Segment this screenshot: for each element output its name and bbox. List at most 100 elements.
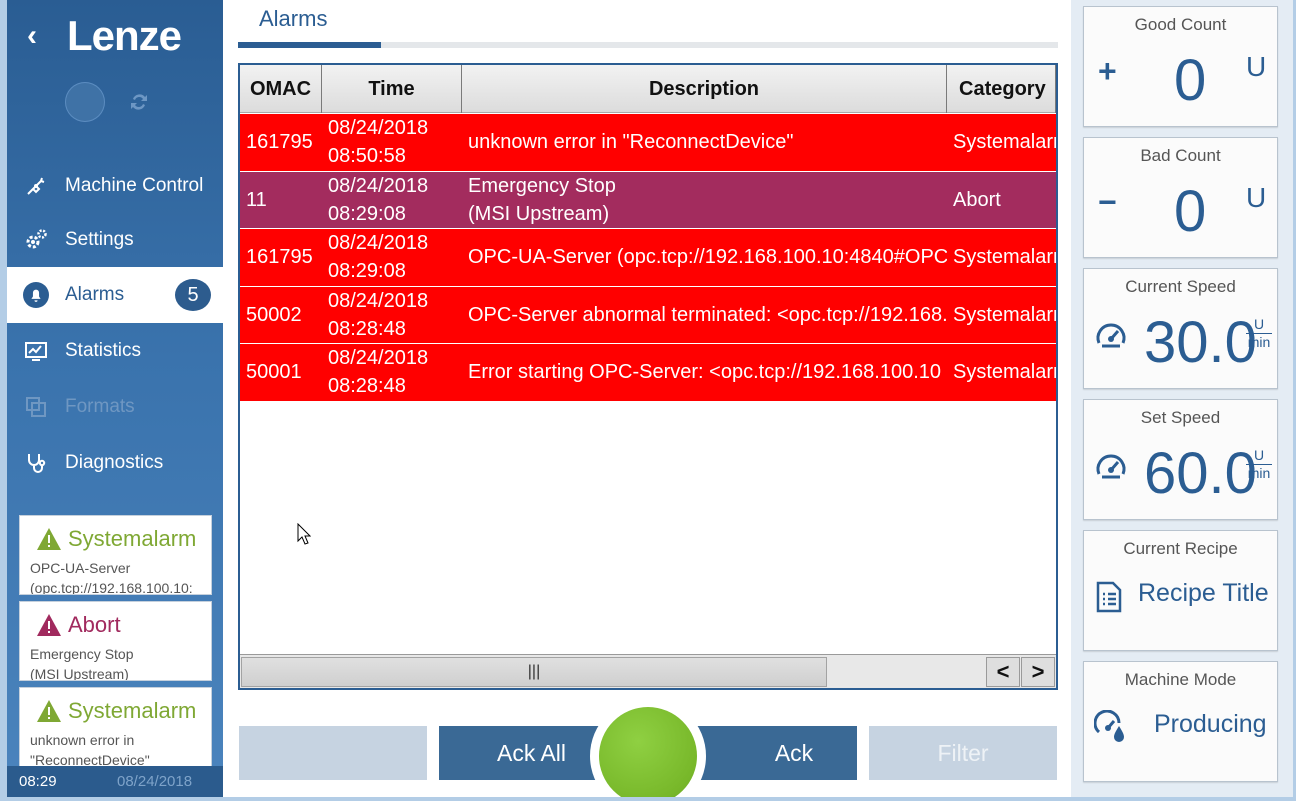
brand-logo: Lenze <box>67 12 182 59</box>
sidebar-footer: 08:29 08/24/2018 <box>7 766 223 797</box>
table-header: OMAC Time Description Category <box>240 65 1056 113</box>
cell-description: OPC-Server abnormal terminated: <opc.tcp… <box>468 303 947 326</box>
column-header-description[interactable]: Description <box>462 65 947 113</box>
column-header-time[interactable]: Time <box>322 65 462 113</box>
alarm-card-title-text: Abort <box>68 612 121 637</box>
warning-icon <box>37 528 61 550</box>
unit-numerator: U <box>1246 316 1272 334</box>
alarm-card-title-text: Systemalarm <box>68 526 197 551</box>
window-bottom-edge <box>0 797 1296 801</box>
cell-category: Systemalarm <box>953 131 1056 154</box>
gears-icon <box>23 227 49 253</box>
sidebar-item-label: Formats <box>65 396 135 417</box>
cell-omac: 161795 <box>246 131 313 154</box>
status-indicator[interactable] <box>590 698 706 801</box>
horizontal-scrollbar[interactable]: ||| < > <box>240 654 1056 688</box>
tile-title: Bad Count <box>1140 146 1221 165</box>
sidebar-item-settings[interactable]: Settings <box>7 212 223 268</box>
alarms-table: OMAC Time Description Category 161795 08… <box>238 63 1058 690</box>
cell-category: Systemalarm <box>953 246 1056 269</box>
sidebar-item-formats[interactable]: Formats <box>7 379 223 435</box>
cell-omac: 11 <box>246 188 267 211</box>
alarm-card-text: Emergency Stop (MSI Upstream) <box>30 646 134 681</box>
alarm-card-title: Systemalarm <box>36 698 196 724</box>
clock-time: 08:29 <box>19 773 57 790</box>
unit-label: U <box>1246 51 1267 82</box>
tile-title: Good Count <box>1134 15 1227 34</box>
speed-unit: U min <box>1246 447 1272 482</box>
scroll-left-chevron-icon[interactable]: < <box>986 657 1020 687</box>
table-row[interactable]: 11 08/24/2018 08:29:08 Emergency Stop (M… <box>240 171 1056 229</box>
alarm-card-title: Abort <box>36 612 121 638</box>
unit-numerator: U <box>1246 447 1272 465</box>
sidebar-item-statistics[interactable]: Statistics <box>7 323 223 379</box>
tile-title: Current Speed <box>1125 277 1236 296</box>
document-icon <box>1096 581 1122 618</box>
column-header-omac[interactable]: OMAC <box>240 65 322 113</box>
table-row[interactable]: 50001 08/24/2018 08:28:48 Error starting… <box>240 344 1056 402</box>
table-row[interactable]: 161795 08/24/2018 08:29:08 OPC-UA-Server… <box>240 229 1056 287</box>
filter-button[interactable]: Filter <box>869 726 1057 780</box>
table-row[interactable]: 161795 08/24/2018 08:50:58 unknown error… <box>240 114 1056 172</box>
window-left-edge <box>0 0 7 801</box>
sidebar-item-label: Settings <box>65 229 134 250</box>
connection-toggle[interactable] <box>65 82 105 122</box>
sidebar-item-label: Statistics <box>65 340 142 361</box>
bad-count-value: 0 <box>1174 179 1207 244</box>
plus-icon[interactable]: + <box>1098 53 1117 90</box>
clock-date: 08/24/2018 <box>117 773 193 790</box>
alarm-card-systemalarm[interactable]: Systemalarm unknown error in "ReconnectD… <box>19 687 212 767</box>
cell-omac: 161795 <box>246 246 313 269</box>
set-speed-value[interactable]: 60.0 <box>1144 442 1257 506</box>
alarm-card-abort[interactable]: Abort Emergency Stop (MSI Upstream) <box>19 601 212 681</box>
cell-omac: 50001 <box>246 361 302 384</box>
alarm-card-title-text: Systemalarm <box>68 698 197 723</box>
formats-icon <box>23 394 49 420</box>
tab-underline <box>238 42 1058 48</box>
tab-active-indicator <box>238 42 381 48</box>
alarm-count-badge: 5 <box>175 279 211 311</box>
mouse-cursor-icon <box>297 522 312 550</box>
machine-mode-tile: Machine Mode Producing <box>1083 661 1278 782</box>
bell-icon <box>23 282 49 308</box>
sidebar-item-diagnostics[interactable]: Diagnostics <box>7 435 223 491</box>
bad-count-tile: Bad Count − 0 U <box>1083 137 1278 258</box>
robot-arm-icon <box>23 173 49 199</box>
sync-icon[interactable] <box>127 90 151 114</box>
scrollbar-thumb[interactable]: ||| <box>241 657 827 687</box>
minus-icon[interactable]: − <box>1098 184 1117 221</box>
alarm-card-title: Systemalarm <box>36 526 196 552</box>
cell-category: Systemalarm <box>953 303 1056 326</box>
cell-time: 08/24/2018 08:28:48 <box>328 289 429 340</box>
cell-time: 08/24/2018 08:28:48 <box>328 347 429 398</box>
column-header-category[interactable]: Category <box>947 65 1056 113</box>
tab-alarms[interactable]: Alarms <box>259 6 327 32</box>
unit-denominator: min <box>1247 465 1271 481</box>
cell-description: OPC-UA-Server (opc.tcp://192.168.100.10:… <box>468 246 947 269</box>
cell-time: 08/24/2018 08:29:08 <box>328 232 429 283</box>
recipe-title-value: Recipe Title <box>1138 579 1269 607</box>
back-chevron-icon[interactable]: ‹ <box>27 21 47 51</box>
sidebar-item-alarms[interactable]: Alarms 5 <box>7 267 223 323</box>
alarm-card-text: unknown error in "ReconnectDevice" <box>30 732 150 767</box>
table-body: 161795 08/24/2018 08:50:58 unknown error… <box>240 114 1056 402</box>
current-recipe-tile[interactable]: Current Recipe Recipe Title <box>1083 530 1278 651</box>
warning-icon <box>37 614 61 636</box>
speed-unit: U min <box>1246 316 1272 351</box>
tile-title: Machine Mode <box>1124 670 1237 689</box>
cell-time: 08/24/2018 08:50:58 <box>328 117 429 168</box>
alarm-card-systemalarm[interactable]: Systemalarm OPC-UA-Server (opc.tcp://192… <box>19 515 212 595</box>
sidebar-item-label: Alarms <box>65 284 125 305</box>
ack-button[interactable]: Ack <box>681 726 857 780</box>
blank-button <box>239 726 427 780</box>
cell-description: unknown error in "ReconnectDevice" <box>468 131 794 154</box>
chart-monitor-icon <box>23 338 49 364</box>
scroll-right-chevron-icon[interactable]: > <box>1021 657 1055 687</box>
set-speed-tile: Set Speed 60.0 U min <box>1083 399 1278 520</box>
table-row[interactable]: 50002 08/24/2018 08:28:48 OPC-Server abn… <box>240 286 1056 344</box>
green-status-light <box>599 707 697 801</box>
stethoscope-icon <box>23 450 49 476</box>
current-speed-value: 30.0 <box>1144 310 1257 375</box>
sidebar-item-machine-control[interactable]: Machine Control <box>7 158 223 214</box>
tile-title: Set Speed <box>1140 408 1221 427</box>
